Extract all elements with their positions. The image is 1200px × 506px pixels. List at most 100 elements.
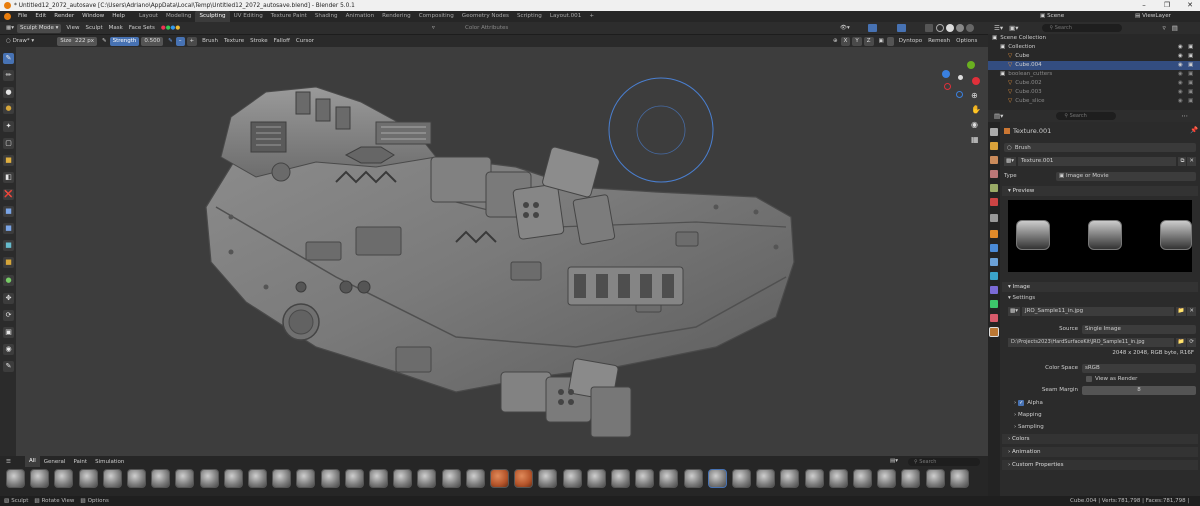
strength-field[interactable]: Strength bbox=[109, 36, 140, 46]
box-hide-tool-button[interactable]: ◧ bbox=[3, 172, 14, 183]
modifier-tab-icon[interactable] bbox=[990, 244, 998, 252]
brush-thumbnail[interactable] bbox=[78, 469, 98, 488]
render-camera-icon[interactable]: ▣ bbox=[1188, 70, 1193, 79]
preview-panel-header[interactable]: ▾ Preview bbox=[1002, 186, 1198, 196]
remesh-menu[interactable]: Remesh bbox=[925, 35, 953, 47]
symmetry-y-button[interactable]: Y bbox=[852, 36, 862, 46]
object-tab-icon[interactable] bbox=[990, 230, 998, 238]
filepath-reload-icon[interactable]: ⟳ bbox=[1187, 338, 1196, 347]
outliner-display-mode-icon[interactable]: ▣▾ bbox=[1006, 22, 1021, 34]
outliner-row[interactable]: ▽ Cube_slice ◉ ▣ bbox=[988, 97, 1200, 106]
pin-icon[interactable]: 📌 bbox=[1190, 126, 1198, 134]
filter-icon[interactable]: ▿ bbox=[432, 22, 435, 34]
brush-thumbnail[interactable] bbox=[683, 469, 703, 488]
texture-duplicate-icon[interactable]: ⧉ bbox=[1178, 157, 1187, 166]
draw-tool-button[interactable]: ✎ bbox=[3, 53, 14, 64]
shading-wireframe-icon[interactable] bbox=[936, 24, 944, 32]
menu-help[interactable]: Help bbox=[108, 11, 129, 22]
menu-stroke[interactable]: Stroke bbox=[247, 35, 271, 47]
outliner-row[interactable]: ▽ Cube.003 ◉ ▣ bbox=[988, 88, 1200, 97]
menu-render[interactable]: Render bbox=[50, 11, 78, 22]
brush-thumbnail[interactable] bbox=[127, 469, 146, 488]
options-menu[interactable]: Options bbox=[953, 35, 980, 47]
workspace-tab-scripting[interactable]: Scripting bbox=[513, 11, 546, 22]
outliner-row[interactable]: ▽ Cube ◉ ▣ bbox=[988, 52, 1200, 61]
gizmo-neg-x-axis[interactable] bbox=[944, 83, 951, 90]
color-filter-tool-button[interactable]: ■ bbox=[3, 257, 14, 268]
properties-options-icon[interactable]: ⋯ bbox=[1178, 110, 1191, 122]
maximize-button[interactable]: ❐ bbox=[1157, 0, 1177, 11]
brush-thumbnail[interactable] bbox=[635, 469, 655, 488]
rotate-tool-button[interactable]: ⟳ bbox=[3, 310, 14, 321]
direction-plus-button[interactable]: + bbox=[186, 36, 198, 46]
transform-tool-button[interactable]: ◉ bbox=[3, 344, 14, 355]
gizmo-z-axis[interactable] bbox=[942, 70, 950, 78]
brush-thumbnail[interactable] bbox=[54, 469, 74, 488]
dyntopo-label[interactable]: Dyntopo bbox=[896, 35, 925, 47]
workspace-tab-modeling[interactable]: Modeling bbox=[162, 11, 195, 22]
outliner-row[interactable]: ▣ Collection ◉ ▣ bbox=[988, 43, 1200, 52]
brush-thumbnail[interactable] bbox=[732, 469, 751, 488]
render-camera-icon[interactable]: ▣ bbox=[1188, 61, 1193, 70]
brush-thumbnail[interactable] bbox=[756, 469, 776, 488]
material-tab-icon[interactable] bbox=[990, 314, 998, 322]
image-panel-header[interactable]: ▾ Image bbox=[1002, 282, 1198, 292]
outliner-row[interactable]: ▣ boolean_cutters ◉ ▣ bbox=[988, 70, 1200, 79]
viewport-menu-face-sets[interactable]: Face Sets bbox=[126, 22, 158, 34]
texture-user-selector[interactable]: ○ Brush bbox=[1004, 143, 1196, 152]
workspace-tab-animation[interactable]: Animation bbox=[342, 11, 379, 22]
particles-tab-icon[interactable] bbox=[990, 258, 998, 266]
scene-tab-icon[interactable] bbox=[990, 184, 998, 192]
outliner-row[interactable]: ▣ Scene Collection bbox=[988, 34, 1200, 43]
brush-thumbnail[interactable] bbox=[320, 469, 340, 488]
visibility-eye-icon[interactable]: ◉ bbox=[1178, 88, 1183, 97]
new-collection-icon[interactable]: ▤ bbox=[1169, 22, 1181, 34]
face-set-tool-button[interactable]: ■ bbox=[3, 155, 14, 166]
direction-minus-button[interactable]: – bbox=[175, 36, 185, 46]
brush-thumbnail[interactable] bbox=[296, 469, 316, 488]
brush-thumbnail[interactable] bbox=[514, 469, 534, 488]
brush-thumbnail[interactable] bbox=[175, 469, 195, 488]
render-camera-icon[interactable]: ▣ bbox=[1188, 43, 1193, 52]
brush-thumbnail[interactable] bbox=[901, 469, 921, 488]
alpha-checkbox[interactable]: ✓ bbox=[1018, 400, 1025, 406]
editor-type-icon[interactable]: ▦▾ bbox=[3, 22, 17, 34]
world-tab-icon[interactable] bbox=[990, 198, 998, 206]
brush-thumbnail[interactable] bbox=[223, 469, 243, 488]
render-camera-icon[interactable]: ▣ bbox=[1188, 88, 1193, 97]
viewport-menu-mask[interactable]: Mask bbox=[106, 22, 126, 34]
brush-thumbnail[interactable] bbox=[369, 469, 388, 488]
shading-solid-icon[interactable] bbox=[946, 24, 954, 32]
visibility-eye-icon[interactable]: ◉ bbox=[1178, 97, 1183, 106]
brush-thumbnail[interactable] bbox=[611, 469, 630, 488]
workspace-tab-texture-paint[interactable]: Texture Paint bbox=[267, 11, 311, 22]
viewport-visibility-icon[interactable]: 👁▾ bbox=[840, 22, 850, 34]
asset-shelf-search-input[interactable]: ⚲ Search bbox=[908, 458, 980, 466]
brush-thumbnail[interactable] bbox=[804, 469, 824, 488]
physics-tab-icon[interactable] bbox=[990, 272, 998, 280]
view-layer-tab-icon[interactable] bbox=[990, 170, 998, 178]
menu-brush[interactable]: Brush bbox=[199, 35, 221, 47]
close-button[interactable]: ✕ bbox=[1180, 0, 1200, 11]
mesh-filter-tool-button[interactable]: ■ bbox=[3, 223, 14, 234]
sampling-subpanel-header[interactable]: › Sampling bbox=[1014, 422, 1194, 432]
asset-shelf-menu-icon[interactable]: ☰ bbox=[6, 459, 11, 465]
brush-thumbnail[interactable] bbox=[393, 469, 413, 488]
camera-view-icon[interactable]: ◉ bbox=[971, 120, 978, 129]
image-browse-icon[interactable]: ▩▾ bbox=[1008, 307, 1020, 316]
shading-material-icon[interactable] bbox=[956, 24, 964, 32]
smear-tool-button[interactable]: ✦ bbox=[3, 121, 14, 132]
symmetry-icon[interactable]: ⊕ bbox=[830, 35, 841, 47]
edit-face-set-tool-button[interactable]: ● bbox=[3, 275, 14, 286]
brush-thumbnail[interactable] bbox=[562, 469, 582, 488]
brush-thumbnail[interactable] bbox=[248, 469, 267, 488]
outliner-editor-type-icon[interactable]: ☰▾ bbox=[991, 22, 1006, 34]
brush-thumbnail[interactable] bbox=[828, 469, 848, 488]
gizmo-x-axis[interactable] bbox=[972, 77, 980, 85]
size-pressure-icon[interactable]: ✎ bbox=[99, 35, 110, 47]
workspace-tab-shading[interactable]: Shading bbox=[311, 11, 342, 22]
texture-tab-icon[interactable] bbox=[989, 327, 999, 337]
asset-shelf-options-icon[interactable]: ▤▾ bbox=[890, 456, 898, 467]
viewport-menu-sculpt[interactable]: Sculpt bbox=[82, 22, 105, 34]
seam-margin-field[interactable]: 8 bbox=[1082, 385, 1196, 395]
